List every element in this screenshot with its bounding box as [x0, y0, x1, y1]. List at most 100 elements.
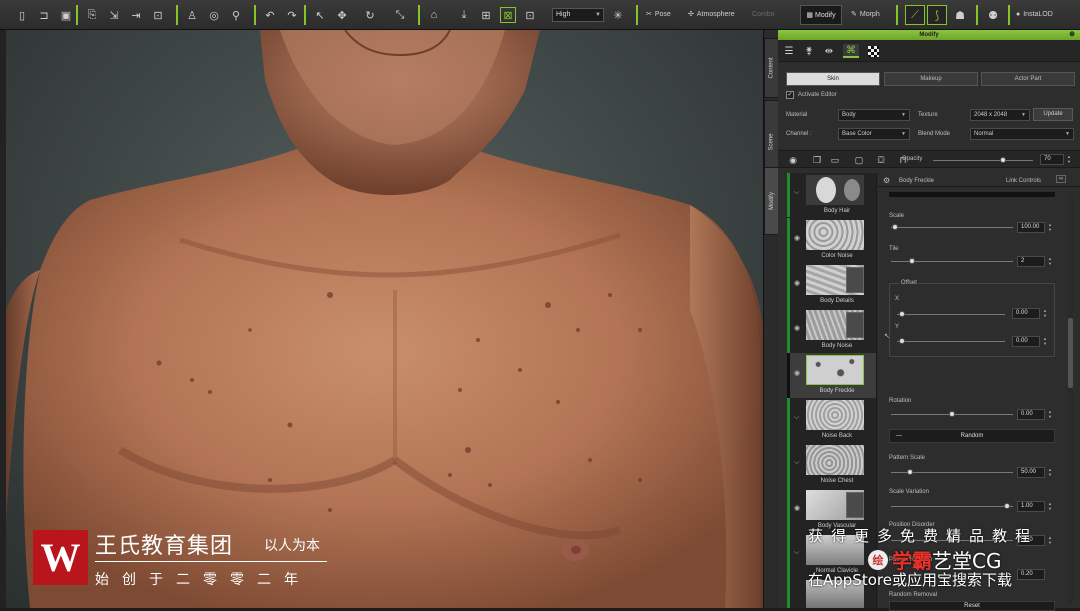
reset-button[interactable]: Reset — [889, 601, 1055, 611]
tab-actor-part[interactable]: Actor Part — [981, 72, 1075, 86]
checker-icon[interactable] — [865, 44, 881, 58]
instalod-button[interactable]: ● InstaLOD — [1016, 7, 1053, 23]
texture-select[interactable]: 2048 x 2048 ▼ — [970, 109, 1030, 121]
opacity-slider-track[interactable] — [933, 160, 1033, 161]
eye-icon[interactable]: ◉ — [786, 154, 800, 166]
figure-select-icon[interactable]: ⚉ — [985, 7, 1001, 23]
layer-item-body-freckle[interactable]: ◉ Body Freckle — [787, 353, 876, 398]
offset-y-slider-thumb[interactable] — [899, 338, 905, 344]
fit-all-icon[interactable]: ⊡ — [522, 7, 538, 23]
sliders-icon[interactable]: ☰ — [781, 44, 797, 58]
offset-y-spinner[interactable]: ▲ ▼ — [1042, 336, 1048, 347]
gizmo-icon[interactable]: ◎ — [206, 7, 222, 23]
scale-icon[interactable]: ⤡ — [392, 7, 408, 23]
layer-item-body-noise[interactable]: ◉ Body Noise — [787, 308, 876, 353]
save-icon[interactable]: ▣ — [58, 7, 74, 23]
pattern-scale-spinner[interactable]: ▲ ▼ — [1047, 467, 1053, 478]
offset-x-spinner[interactable]: ▲ ▼ — [1042, 308, 1048, 319]
curve-tool-icon[interactable]: ⟋ — [905, 5, 925, 25]
tile-slider-thumb[interactable] — [909, 258, 915, 264]
opacity-slider-thumb[interactable] — [1000, 157, 1006, 163]
select-arrow-icon[interactable]: ↖ — [312, 7, 328, 23]
modify-button[interactable]: ▦ Modify — [800, 5, 842, 25]
tab-makeup[interactable]: Makeup — [884, 72, 978, 86]
pose-figure-icon[interactable]: ⚵ — [801, 44, 817, 58]
link-icon[interactable]: ∞ — [1056, 175, 1067, 183]
tab-modify[interactable]: Modify — [764, 167, 779, 235]
layer-item-noise-chest[interactable]: ⌵ Noise Chest — [787, 443, 876, 488]
blend-mode-select[interactable]: Normal ▼ — [970, 128, 1074, 140]
pose-button[interactable]: ✂ Pose — [646, 7, 671, 23]
home-icon[interactable]: ⌂ — [426, 7, 442, 23]
align-icon[interactable]: ⇹ — [821, 44, 837, 58]
download-icon[interactable]: ⤓ — [456, 7, 472, 23]
eye-icon[interactable]: ⌵ — [794, 549, 799, 557]
copy-icon[interactable]: ❐ — [810, 154, 824, 166]
rotate-icon[interactable]: ↻ — [362, 7, 378, 23]
rotation-spinner[interactable]: ▲ ▼ — [1047, 409, 1053, 420]
detail-scrollbar-thumb[interactable] — [1068, 318, 1073, 388]
bucket-icon[interactable]: ⛋ — [874, 154, 888, 166]
material-select[interactable]: Body ▼ — [838, 109, 910, 121]
tile-input[interactable]: 2 — [1017, 256, 1045, 267]
layer-item-body-details[interactable]: ◉ Body Details — [787, 263, 876, 308]
layer-settings-icon[interactable]: ⚙ — [883, 176, 890, 185]
update-button[interactable]: Update — [1033, 108, 1073, 121]
scale-input[interactable]: 100.00 — [1017, 222, 1045, 233]
eye-icon[interactable]: ⌵ — [794, 414, 799, 422]
fit-selected-icon[interactable]: ⊠ — [500, 7, 516, 23]
offset-x-input[interactable]: 0.00 — [1012, 308, 1040, 319]
export-icon[interactable]: ⇲ — [106, 7, 122, 23]
rotation-input[interactable]: 0.00 — [1017, 409, 1045, 420]
scale-slider-track[interactable] — [891, 227, 1013, 228]
offset-y-slider-track[interactable] — [897, 341, 1005, 342]
atmosphere-button[interactable]: ✣ Atmosphere — [688, 7, 735, 23]
tab-content[interactable]: Content — [764, 38, 779, 98]
opacity-spinner[interactable]: ▲ ▼ — [1066, 154, 1072, 165]
activate-editor-checkbox[interactable]: ✓ — [786, 91, 794, 99]
open-folder-icon[interactable]: ⊐ — [36, 7, 52, 23]
activate-editor-row[interactable]: ✓ Activate Editor — [786, 91, 837, 99]
offset-x-slider-thumb[interactable] — [899, 311, 905, 317]
scale-slider-thumb[interactable] — [892, 224, 898, 230]
sculpt-tool-icon[interactable]: ⟆ — [927, 5, 947, 25]
position-disorder-spinner[interactable]: ▲ ▼ — [1047, 535, 1053, 546]
new-file-icon[interactable]: ▯ — [14, 7, 30, 23]
opacity-input[interactable]: 70 — [1040, 154, 1064, 165]
eye-icon[interactable]: ◉ — [794, 504, 800, 512]
channel-select[interactable]: Base Color ▼ — [838, 128, 910, 140]
skin-editor-icon[interactable]: ⌘ — [843, 44, 859, 58]
random-button[interactable]: — Random — [889, 429, 1055, 443]
layer-item-color-noise[interactable]: ◉ Color Noise — [787, 218, 876, 263]
offset-y-input[interactable]: 0.00 — [1012, 336, 1040, 347]
layer-item-body-hair[interactable]: ⌵ Body Hair — [787, 173, 876, 217]
undo-icon[interactable]: ↶ — [262, 7, 278, 23]
tile-spinner[interactable]: ▲ ▼ — [1047, 256, 1053, 267]
import-icon[interactable]: ⎘ — [84, 7, 100, 23]
scale-variation-input[interactable]: 1.00 — [1017, 501, 1045, 512]
eye-icon[interactable]: ◉ — [794, 279, 800, 287]
light-icon[interactable]: ✳ — [610, 7, 626, 23]
scale-variation-spinner[interactable]: ▲ ▼ — [1047, 501, 1053, 512]
render-icon[interactable]: ⊡ — [150, 7, 166, 23]
3d-viewport[interactable] — [0, 30, 763, 608]
offset-x-slider-track[interactable] — [897, 314, 1005, 315]
export-arrow-icon[interactable]: ⇥ — [128, 7, 144, 23]
quality-select[interactable]: High ▼ — [552, 8, 604, 22]
detail-scrollbar[interactable] — [1068, 193, 1073, 603]
close-icon[interactable]: ⊗ — [1069, 30, 1075, 40]
redo-icon[interactable]: ↷ — [284, 7, 300, 23]
rotation-slider-thumb[interactable] — [949, 411, 955, 417]
pattern-rotation-input[interactable]: 0.20 — [1017, 569, 1045, 580]
character-icon[interactable]: ♙ — [184, 7, 200, 23]
move-icon[interactable]: ✥ — [334, 7, 350, 23]
scale-variation-slider-thumb[interactable] — [1004, 503, 1010, 509]
eye-icon[interactable]: ◉ — [794, 369, 800, 377]
eye-icon[interactable]: ⌵ — [794, 459, 799, 467]
scale-spinner[interactable]: ▲ ▼ — [1047, 222, 1053, 233]
eye-icon[interactable]: ⌵ — [794, 189, 799, 197]
frame-icon[interactable]: ⊞ — [478, 7, 494, 23]
layer-icon[interactable]: ▢ — [852, 154, 866, 166]
figure-icon[interactable]: ☗ — [952, 7, 968, 23]
morph-button[interactable]: ✎ Morph — [851, 7, 880, 23]
